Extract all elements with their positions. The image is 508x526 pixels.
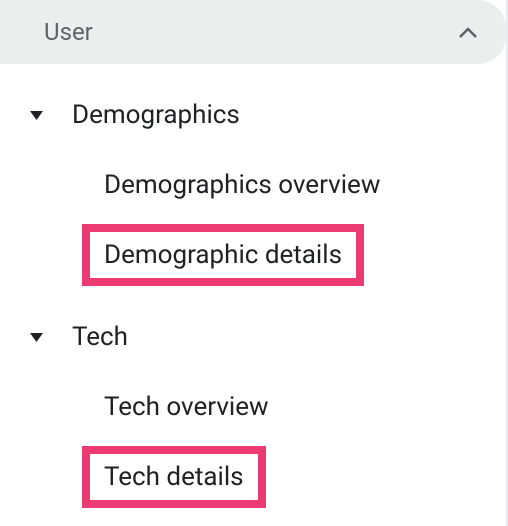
tree-item-tech[interactable]: Tech: [0, 310, 506, 364]
sub-item-label: Demographics overview: [104, 170, 380, 200]
sub-item-label-highlighted: Tech details: [82, 446, 266, 508]
tree-item-label: Tech: [72, 322, 128, 352]
section-title: User: [44, 18, 93, 46]
sub-item-label: Tech overview: [104, 392, 269, 422]
sub-item-tech-overview[interactable]: Tech overview: [0, 378, 506, 436]
tree-item-demographics[interactable]: Demographics: [0, 88, 506, 142]
caret-down-icon: [28, 329, 44, 345]
sub-item-demographic-details[interactable]: Demographic details: [0, 214, 506, 296]
sub-item-tech-details[interactable]: Tech details: [0, 436, 506, 518]
sub-item-demographics-overview[interactable]: Demographics overview: [0, 156, 506, 214]
sub-item-label-highlighted: Demographic details: [82, 224, 364, 286]
chevron-up-icon: [458, 22, 478, 42]
section-header-user[interactable]: User: [0, 0, 506, 64]
caret-down-icon: [28, 107, 44, 123]
tree-item-label: Demographics: [72, 100, 240, 130]
